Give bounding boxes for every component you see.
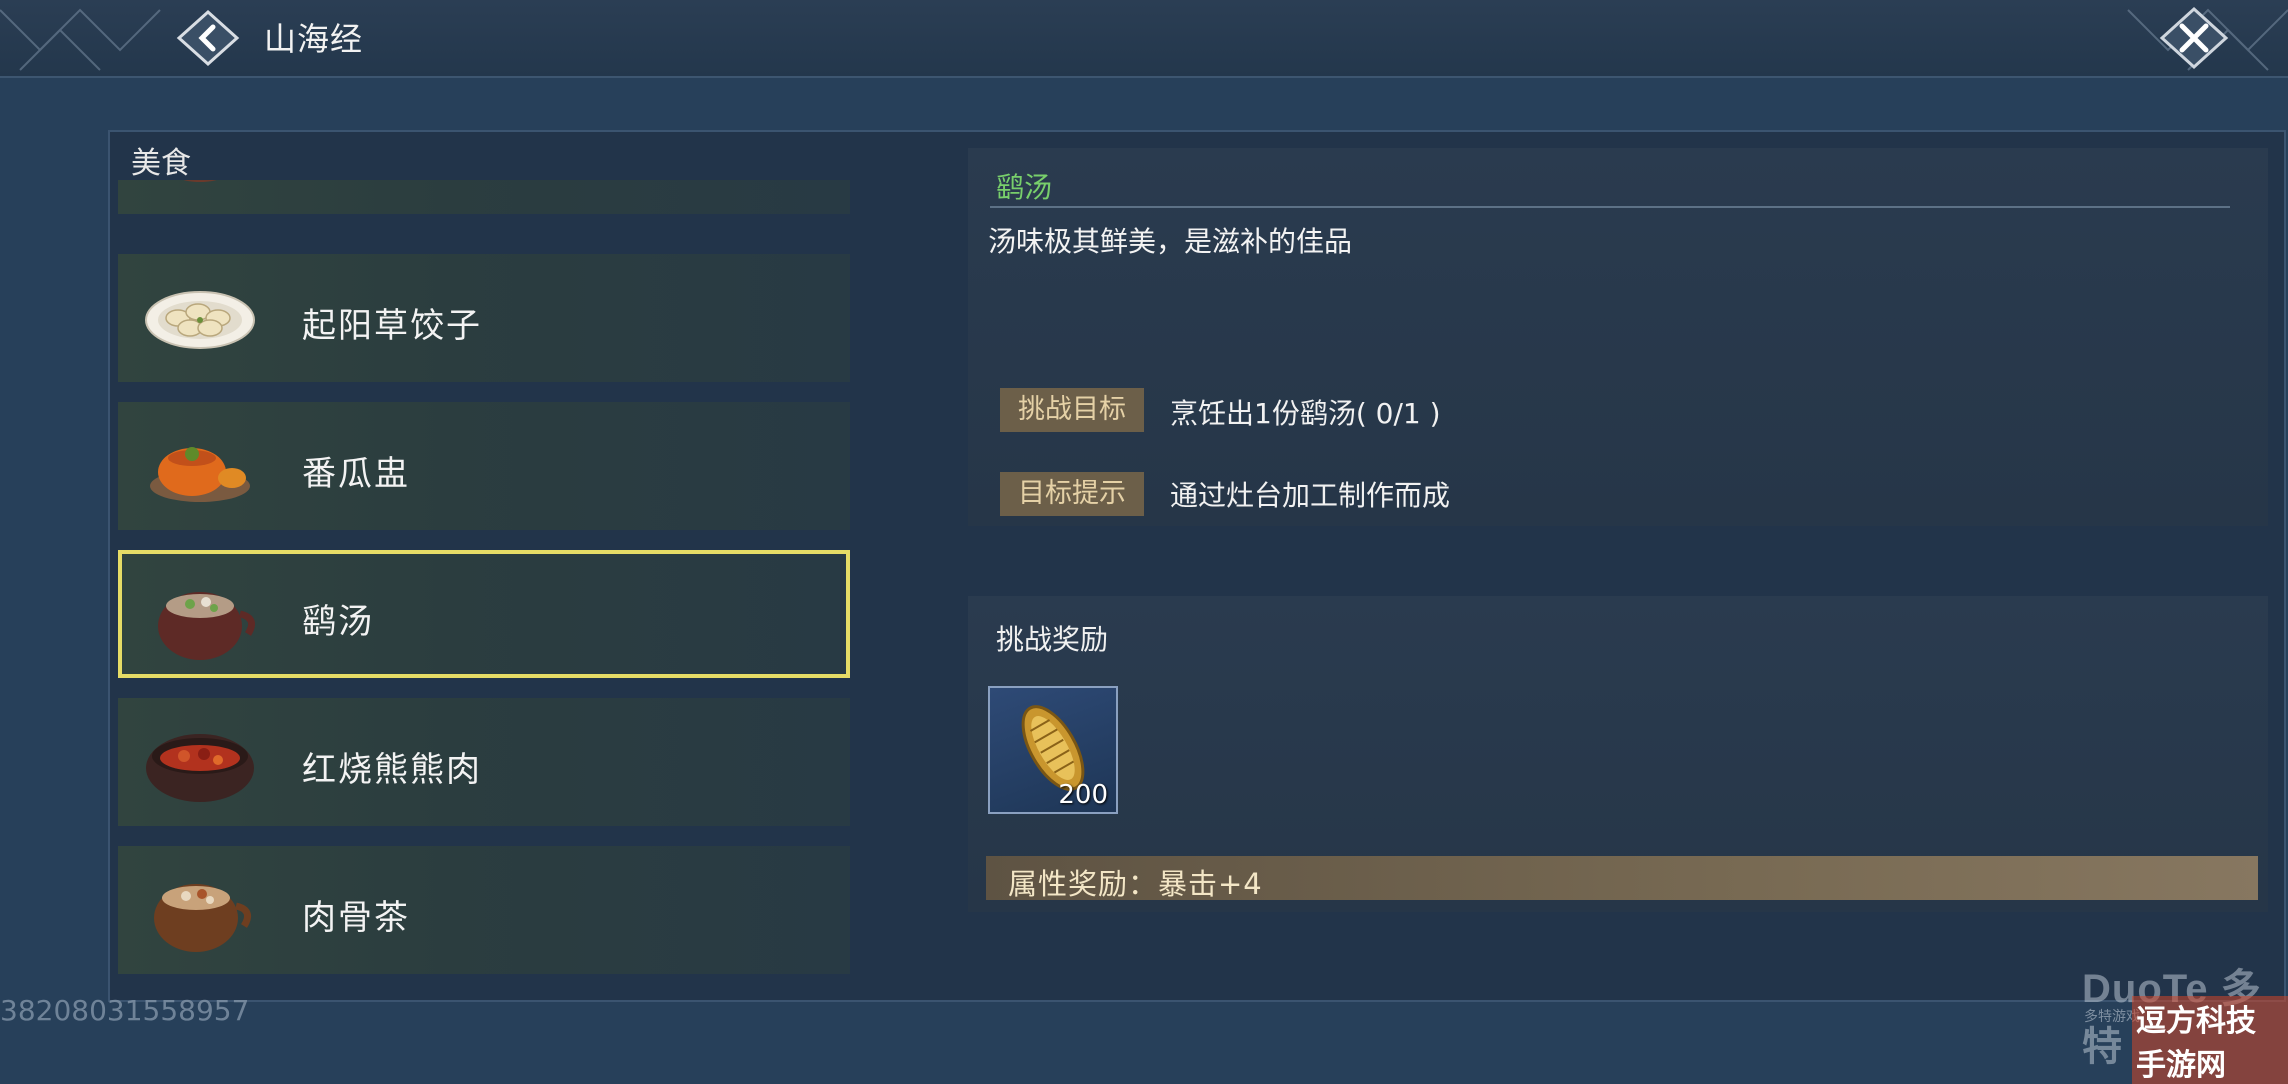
dumplings-plate-icon xyxy=(145,291,255,349)
food-item-bone-tea[interactable]: 肉骨茶 xyxy=(118,846,850,974)
food-item-partial[interactable] xyxy=(118,180,850,214)
food-list[interactable]: 起阳草饺子 番瓜盅 鹞汤 红烧熊熊肉 肉骨茶 xyxy=(118,180,850,980)
challenge-tag: 挑战目标 xyxy=(1000,388,1144,432)
close-button[interactable] xyxy=(2148,2,2240,74)
bone-tea-pot-icon xyxy=(154,884,252,952)
back-button[interactable] xyxy=(168,6,248,70)
food-item-label: 鹞汤 xyxy=(302,602,374,642)
braised-meat-bowl-icon xyxy=(146,734,254,802)
food-item-dumplings[interactable]: 起阳草饺子 xyxy=(118,254,850,382)
challenge-text: 烹饪出1份鹞汤( 0/1 ) xyxy=(1170,397,1441,430)
food-item-pumpkin[interactable]: 番瓜盅 xyxy=(118,402,850,530)
hint-text: 通过灶台加工制作而成 xyxy=(1170,479,1451,512)
food-item-soup[interactable]: 鹞汤 xyxy=(118,550,850,678)
top-bar: 山海经 xyxy=(0,0,2288,78)
reward-item-count: 200 xyxy=(1058,780,1108,810)
food-item-label: 红烧熊熊肉 xyxy=(302,750,482,790)
back-chevron-icon xyxy=(176,9,240,67)
soup-pot-icon xyxy=(158,592,256,660)
food-item-label: 肉骨茶 xyxy=(302,898,410,938)
attribute-reward-text: 属性奖励：暴击+4 xyxy=(1008,867,1263,901)
detail-title: 鹞汤 xyxy=(996,171,1053,204)
player-uid: 38208031558957 xyxy=(0,994,250,1027)
pumpkin-cup-icon xyxy=(150,447,250,502)
food-item-braised-meat[interactable]: 红烧熊熊肉 xyxy=(118,698,850,826)
page-title: 山海经 xyxy=(264,20,364,58)
section-label: 美食 xyxy=(131,146,191,181)
attribute-reward-bar: 属性奖励：暴击+4 xyxy=(986,856,2258,901)
reward-item-slot[interactable]: 200 xyxy=(988,686,1118,814)
reward-title: 挑战奖励 xyxy=(996,623,1109,656)
food-item-label: 番瓜盅 xyxy=(302,454,410,494)
watermark-site: 逗方科技手游网 xyxy=(2132,996,2288,1084)
detail-divider xyxy=(990,206,2230,208)
stew-bowl-icon xyxy=(183,180,217,182)
hint-tag: 目标提示 xyxy=(1000,472,1144,516)
detail-description: 汤味极其鲜美，是滋补的佳品 xyxy=(988,225,1353,258)
detail-panel xyxy=(968,148,2268,526)
food-item-label: 起阳草饺子 xyxy=(302,306,482,346)
close-x-icon xyxy=(2159,6,2229,70)
